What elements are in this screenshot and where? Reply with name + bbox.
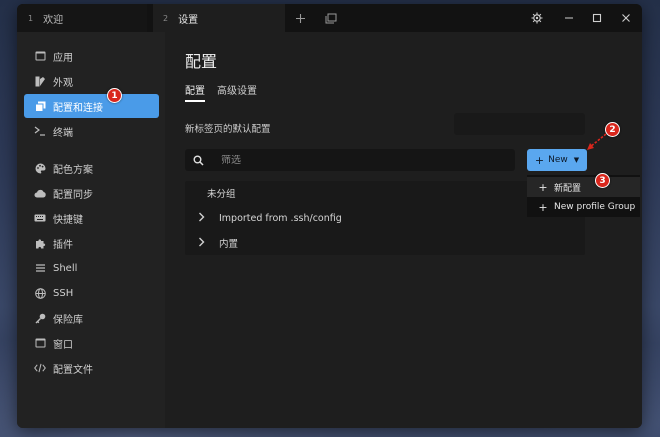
sidebar-item-label: Shell	[53, 262, 78, 274]
sidebar-item-color-scheme[interactable]: 配色方案	[24, 156, 159, 180]
minimize-button[interactable]	[561, 10, 577, 26]
default-profile-select[interactable]	[454, 113, 585, 135]
sidebar-item-window[interactable]: 窗口	[24, 331, 159, 355]
sidebar-item-label: 保险库	[53, 314, 83, 326]
sidebar-item-config-file[interactable]: 配置文件	[24, 356, 159, 380]
maximize-icon	[592, 13, 602, 23]
subtab-advanced[interactable]: 高级设置	[217, 82, 257, 97]
close-button[interactable]	[618, 10, 634, 26]
group-imported-ssh[interactable]: Imported from .ssh/config	[185, 206, 585, 230]
key-icon	[34, 312, 46, 324]
gear-icon	[531, 12, 543, 24]
settings-content: 配置 配置 高级设置 新标签页的默认配置 + New ▼ 未分组 Importe…	[165, 32, 642, 428]
code-icon	[34, 362, 46, 374]
sidebar-item-label: 窗口	[53, 339, 73, 351]
keyboard-icon	[34, 212, 46, 224]
windows-icon	[325, 13, 337, 23]
app-window-icon	[34, 50, 46, 62]
profile-group-list: 未分组 Imported from .ssh/config 内置	[185, 181, 585, 255]
puzzle-icon	[34, 237, 46, 249]
filter-input[interactable]	[221, 154, 501, 166]
window-icon	[34, 337, 46, 349]
sidebar-item-label: 终端	[53, 127, 73, 139]
plus-icon	[295, 13, 305, 23]
cloud-icon	[34, 187, 46, 199]
tab-number: 1	[28, 13, 34, 23]
group-label: Imported from .ssh/config	[219, 212, 342, 224]
tab-number: 2	[163, 13, 169, 23]
maximize-button[interactable]	[589, 10, 605, 26]
step-marker-1: 1	[107, 88, 122, 103]
sidebar-item-shell[interactable]: Shell	[24, 256, 159, 280]
sidebar-item-profiles[interactable]: 配置和连接	[24, 94, 159, 118]
tab-bar: 1 欢迎 2 设置	[17, 4, 642, 32]
tab-label: 欢迎	[43, 14, 64, 26]
step-marker-3: 3	[595, 173, 610, 188]
sidebar-item-hotkeys[interactable]: 快捷键	[24, 206, 159, 230]
palette-icon	[34, 162, 46, 174]
menu-item-new-profile[interactable]: + 新配置	[527, 177, 640, 197]
plus-icon: +	[538, 180, 548, 194]
sidebar-item-application[interactable]: 应用	[24, 44, 159, 68]
new-button-label: New	[548, 155, 568, 165]
filter-box	[185, 149, 515, 171]
arrow-pointer-icon	[587, 133, 607, 150]
settings-sidebar: 应用 外观 配置和连接 终端 配色方案 配置同步 快捷键 插件 Shell SS…	[17, 32, 165, 428]
sidebar-item-label: 外观	[53, 77, 73, 89]
menu-item-label: New profile Group	[554, 202, 636, 212]
minimize-icon	[565, 17, 573, 19]
new-tab-button[interactable]	[292, 10, 308, 26]
appearance-icon	[34, 75, 46, 87]
app-window: 1 欢迎 2 设置 应用 外观 配置和连接 终端 配色方案 配置同步 快捷键 插…	[17, 4, 642, 428]
group-label: 未分组	[207, 189, 236, 200]
group-ungrouped[interactable]: 未分组	[185, 181, 585, 205]
menu-item-new-profile-group[interactable]: + New profile Group	[527, 197, 640, 217]
shell-icon	[34, 262, 46, 274]
group-label: 内置	[219, 239, 239, 250]
settings-button[interactable]	[529, 10, 545, 26]
split-tab-button[interactable]	[323, 10, 339, 26]
sidebar-item-terminal[interactable]: 终端	[24, 119, 159, 143]
sidebar-item-vault[interactable]: 保险库	[24, 306, 159, 330]
menu-item-label: 新配置	[554, 183, 582, 194]
search-icon	[185, 149, 211, 171]
sidebar-item-ssh[interactable]: SSH	[24, 281, 159, 305]
sidebar-item-config-sync[interactable]: 配置同步	[24, 181, 159, 205]
tab-welcome[interactable]: 1 欢迎	[17, 4, 147, 32]
sidebar-item-plugins[interactable]: 插件	[24, 231, 159, 255]
globe-icon	[34, 287, 46, 299]
sidebar-item-label: 插件	[53, 239, 73, 251]
chevron-right-icon	[198, 212, 210, 225]
sidebar-item-label: 快捷键	[53, 214, 83, 226]
terminal-icon	[34, 125, 46, 137]
profiles-icon	[34, 100, 46, 112]
sidebar-item-label: 配置文件	[53, 364, 93, 376]
sidebar-item-label: 配色方案	[53, 164, 93, 176]
tab-settings[interactable]: 2 设置	[153, 4, 285, 32]
caret-down-icon: ▼	[573, 156, 580, 164]
sidebar-item-label: SSH	[53, 287, 74, 299]
new-dropdown-menu: + 新配置 + New profile Group	[527, 175, 640, 217]
sidebar-item-label: 配置和连接	[53, 102, 103, 114]
default-profile-label: 新标签页的默认配置	[185, 124, 271, 135]
new-profile-button[interactable]: + New ▼	[527, 149, 587, 171]
subtab-profiles[interactable]: 配置	[185, 82, 205, 102]
group-builtin[interactable]: 内置	[185, 231, 585, 255]
plus-icon: +	[538, 200, 548, 214]
close-icon	[622, 14, 630, 22]
sidebar-item-label: 应用	[53, 52, 73, 64]
tab-label: 设置	[178, 14, 199, 26]
page-title: 配置	[185, 52, 218, 71]
plus-icon: +	[534, 153, 545, 167]
sidebar-item-label: 配置同步	[53, 189, 93, 201]
chevron-right-icon	[198, 237, 210, 250]
sidebar-item-appearance[interactable]: 外观	[24, 69, 159, 93]
